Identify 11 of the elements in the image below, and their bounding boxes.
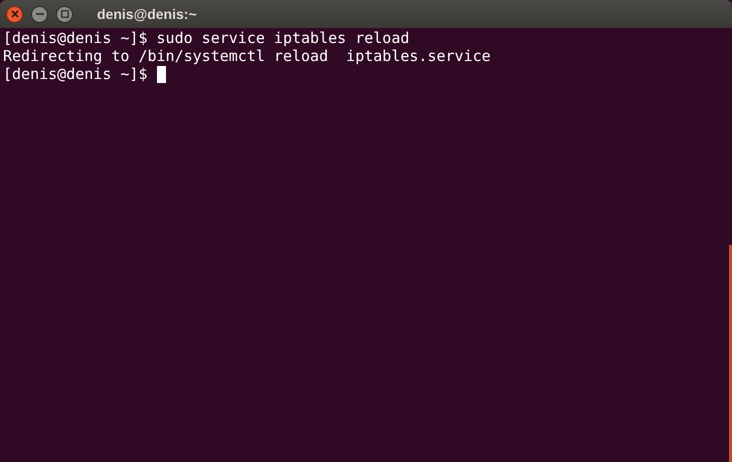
terminal-line: Redirecting to /bin/systemctl reload iptables.service [3, 47, 491, 65]
window-title: denis@denis:~ [97, 4, 197, 24]
close-button[interactable] [6, 6, 23, 22]
scrollbar[interactable] [729, 245, 732, 462]
terminal-line: [denis@denis ~]$ [3, 65, 148, 83]
minimize-button[interactable] [31, 6, 48, 22]
terminal-line: [denis@denis ~]$ sudo service iptables reload [3, 29, 410, 47]
close-icon [10, 10, 18, 18]
maximize-button[interactable] [56, 6, 73, 22]
maximize-icon [60, 10, 68, 18]
minimize-icon [36, 13, 44, 15]
